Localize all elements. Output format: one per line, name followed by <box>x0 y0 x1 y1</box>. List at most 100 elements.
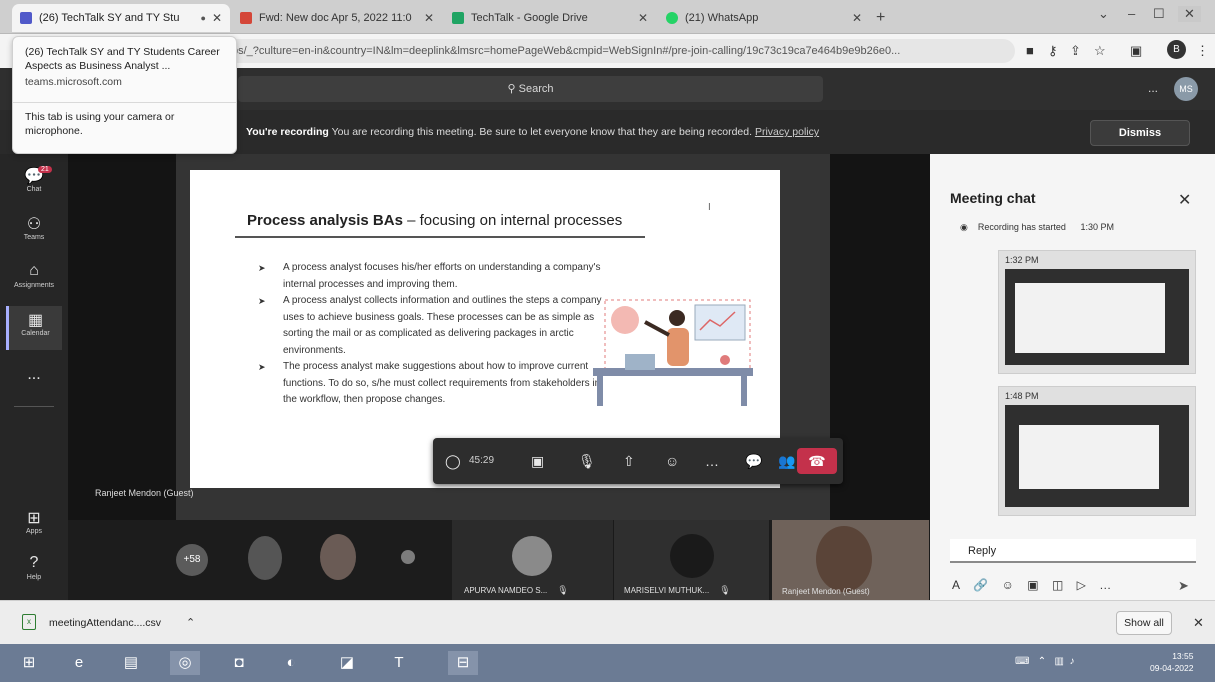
close-download-bar-icon[interactable]: ✕ <box>1193 615 1204 631</box>
recording-dot-icon: ● <box>200 13 206 23</box>
bookmark-star-icon[interactable]: ☆ <box>1094 43 1106 59</box>
rail-item-assignments[interactable]: ⌂ Assignments <box>6 258 62 302</box>
tab-hover-card: (26) TechTalk SY and TY Students Career … <box>12 36 237 154</box>
whatsapp-favicon-icon <box>666 12 678 24</box>
teams-taskbar-icon[interactable]: T <box>384 651 414 675</box>
file-explorer-icon[interactable]: ▤ <box>116 651 146 675</box>
minimize-icon[interactable]: – <box>1128 6 1135 21</box>
participant-video <box>816 526 872 592</box>
format-icon[interactable]: A <box>952 578 960 592</box>
tab-drive[interactable]: TechTalk - Google Drive ✕ <box>444 4 656 32</box>
loop-icon[interactable]: ▷ <box>1077 578 1086 592</box>
gmail-favicon-icon <box>240 12 252 24</box>
title-underline <box>235 236 645 238</box>
url-field[interactable]: ps/_?culture=en-in&country=IN&lm=deeplin… <box>180 39 1015 63</box>
close-chat-icon[interactable]: ✕ <box>1178 190 1191 210</box>
tab-search-icon[interactable]: ⌄ <box>1098 6 1109 22</box>
emoji-icon[interactable]: ☺ <box>1002 578 1014 592</box>
participant-tile[interactable]: MARISELVI MUTHUK... 🎙 <box>614 520 770 600</box>
volume-icon[interactable]: ♪ <box>1070 656 1075 667</box>
participant-video <box>248 536 282 580</box>
gif-icon[interactable]: ▣ <box>1027 578 1038 592</box>
hover-card-camera-note: This tab is using your camera or microph… <box>25 111 175 137</box>
chat-screenshot-message[interactable]: 1:32 PM <box>998 250 1196 374</box>
screenshot-thumbnail <box>1005 405 1189 507</box>
reactions-button[interactable]: ☺ <box>665 448 679 474</box>
app-icon[interactable]: ◪ <box>332 651 362 675</box>
camera-in-use-icon[interactable]: ■ <box>1026 43 1034 58</box>
network-icon[interactable]: ▥ <box>1055 656 1064 667</box>
rail-item-chat[interactable]: 💬 21 Chat <box>6 162 62 206</box>
participant-name: APURVA NAMDEO S... <box>464 586 548 595</box>
new-tab-button[interactable]: + <box>876 9 885 27</box>
internet-explorer-icon[interactable]: e <box>64 651 94 675</box>
excel-icon[interactable]: ⊟ <box>448 651 478 675</box>
chat-button[interactable]: 💬 <box>745 448 762 474</box>
csv-file-icon: x <box>22 614 36 630</box>
leave-call-button[interactable]: ☎ <box>797 448 837 474</box>
tab-gmail[interactable]: Fwd: New doc Apr 5, 2022 11:0 ✕ <box>232 4 442 32</box>
tab-teams[interactable]: (26) TechTalk SY and TY Stu ● ✕ <box>12 4 230 32</box>
chat-screenshot-message[interactable]: 1:48 PM <box>998 386 1196 516</box>
maximize-icon[interactable]: ☐ <box>1153 6 1165 22</box>
more-options-button[interactable]: ... <box>1148 81 1158 95</box>
search-input[interactable]: ⚲ Search <box>238 76 823 102</box>
keyboard-icon[interactable]: ⌨ <box>1015 656 1029 667</box>
participants-button[interactable]: 👥 <box>778 448 795 474</box>
show-all-button[interactable]: Show all <box>1116 611 1172 635</box>
participant-tile[interactable]: Ranjeet Mendon (Guest) <box>772 520 930 600</box>
teams-favicon-icon <box>20 12 32 24</box>
camera-off-button[interactable]: ▣ <box>531 448 544 474</box>
download-filename[interactable]: meetingAttendanc....csv <box>49 617 161 629</box>
share-icon[interactable]: ⇪ <box>1070 43 1081 59</box>
more-actions-button[interactable]: … <box>705 448 719 474</box>
rail-item-help[interactable]: ? Help <box>6 550 62 594</box>
chat-icon: 💬 <box>24 168 44 185</box>
overflow-participants-button[interactable]: +58 <box>176 544 208 576</box>
chrome-icon[interactable]: ◎ <box>170 651 200 675</box>
slide-bullet: ➤ A process analyst focuses his/her effor… <box>258 262 601 290</box>
privacy-policy-link[interactable]: Privacy policy <box>755 126 819 138</box>
participant-avatar <box>512 536 552 576</box>
text-cursor-icon: I <box>708 202 711 213</box>
recording-icon: ◉ <box>960 222 968 232</box>
rail-item-teams[interactable]: ⚇ Teams <box>6 210 62 254</box>
edge-icon[interactable]: ◐ <box>276 651 306 675</box>
key-icon[interactable]: ⚷ <box>1048 43 1058 59</box>
tab-close-icon[interactable]: ✕ <box>212 11 222 25</box>
browser-profile-avatar[interactable]: B <box>1167 40 1186 59</box>
user-avatar[interactable]: MS <box>1174 77 1198 101</box>
mic-off-button[interactable]: 🎙 <box>578 448 596 474</box>
rail-item-more[interactable]: ... <box>6 362 62 406</box>
taskbar-clock[interactable]: 13:55 09-04-2022 <box>1150 650 1193 674</box>
more-apps-icon: ... <box>27 366 41 383</box>
send-icon[interactable]: ➤ <box>1178 578 1189 594</box>
office-icon[interactable]: ◘ <box>224 651 254 675</box>
rail-item-calendar[interactable]: ▦ Calendar <box>6 306 62 350</box>
start-icon[interactable]: ⊞ <box>14 651 44 675</box>
participant-avatar <box>401 550 415 564</box>
reply-input[interactable]: Reply <box>950 539 1196 563</box>
hover-card-domain: teams.microsoft.com <box>25 76 122 88</box>
sticker-icon[interactable]: ◫ <box>1052 578 1063 592</box>
help-icon: ? <box>29 554 39 571</box>
share-screen-button[interactable]: ⇧ <box>623 448 635 474</box>
windows-taskbar: ⊞ e ▤ ◎ ◘ ◐ ◪ T ⊟ ⌨ ⌃ ▥ ♪ 13:55 09-04-20… <box>0 644 1215 682</box>
tab-close-icon[interactable]: ✕ <box>852 11 862 25</box>
rail-item-apps[interactable]: ⊞ Apps <box>6 504 62 548</box>
window-close-icon[interactable]: ✕ <box>1178 6 1201 22</box>
chevron-up-icon[interactable]: ⌃ <box>186 616 195 629</box>
dismiss-button[interactable]: Dismiss <box>1090 120 1190 146</box>
tab-close-icon[interactable]: ✕ <box>424 11 434 25</box>
tray-overflow-icon[interactable]: ⌃ <box>1038 656 1046 667</box>
browser-menu-icon[interactable]: ⋮ <box>1196 43 1209 59</box>
timer-icon: ◯ <box>445 453 461 469</box>
speaker-name-label: Ranjeet Mendon (Guest) <box>95 488 194 498</box>
more-compose-icon[interactable]: … <box>1099 578 1111 592</box>
tab-whatsapp[interactable]: (21) WhatsApp ✕ <box>658 4 870 32</box>
sidepanel-icon[interactable]: ▣ <box>1130 43 1142 59</box>
download-bar: x meetingAttendanc....csv ⌃ Show all ✕ <box>0 600 1215 644</box>
attach-icon[interactable]: 🔗 <box>973 578 988 592</box>
participant-tile[interactable]: APURVA NAMDEO S... 🎙 <box>452 520 614 600</box>
tab-close-icon[interactable]: ✕ <box>638 11 648 25</box>
